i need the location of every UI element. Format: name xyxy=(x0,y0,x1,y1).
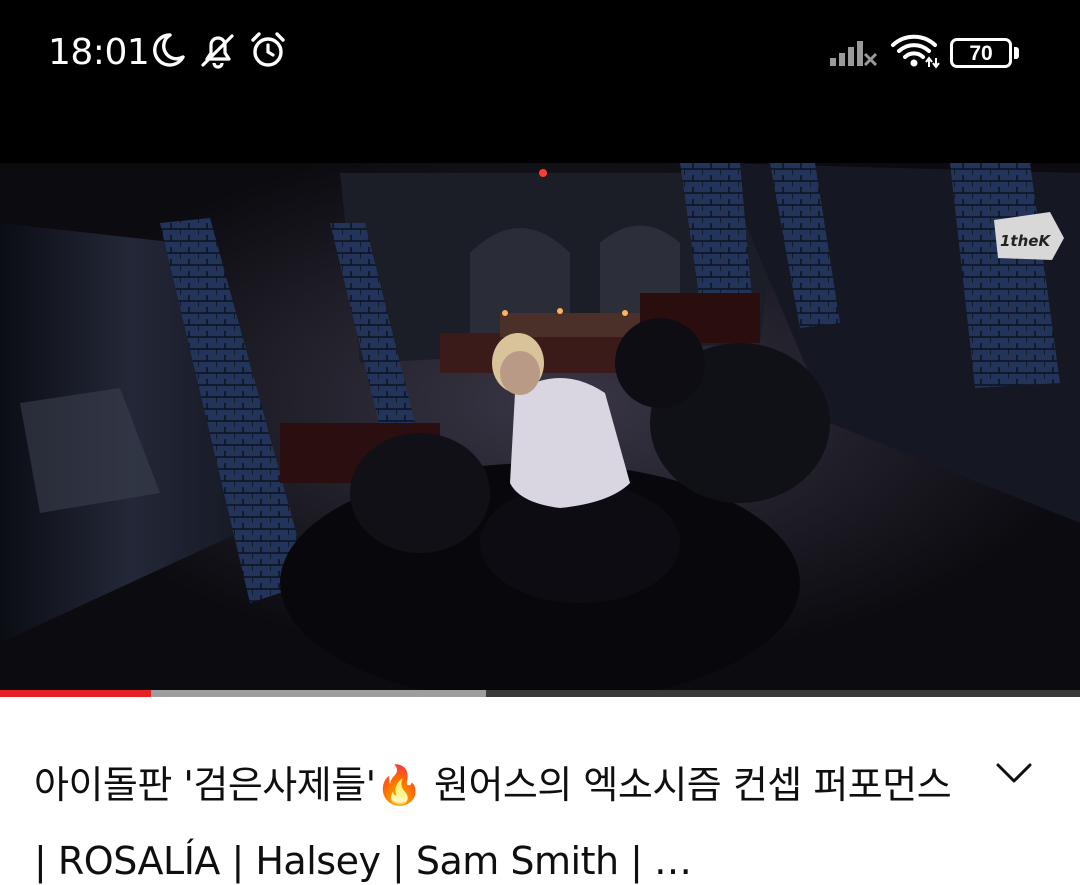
channel-logo-text: 1theK xyxy=(1000,232,1051,250)
wifi-icon xyxy=(891,34,940,69)
progress-bar[interactable] xyxy=(0,690,1080,697)
alarm-icon xyxy=(251,32,285,67)
clock: 18:01 xyxy=(48,32,150,73)
video-title[interactable]: 아이돌판 '검은사제들'🔥 원어스의 엑소시즘 컨셉 퍼포먼스 | ROSALÍ… xyxy=(34,747,954,885)
battery-icon: 70 xyxy=(950,38,1012,68)
signal-icon xyxy=(830,41,878,67)
video-frame xyxy=(0,163,1080,693)
video-player[interactable]: 1theK xyxy=(0,105,1080,693)
video-info: 아이돌판 '검은사제들'🔥 원어스의 엑소시즘 컨셉 퍼포먼스 | ROSALÍ… xyxy=(0,697,1080,885)
status-bar: 18:01 70 xyxy=(0,0,1080,105)
bell-off-icon xyxy=(201,34,234,69)
chevron-down-icon[interactable] xyxy=(994,759,1034,789)
progress-played xyxy=(0,690,152,697)
moon-icon xyxy=(153,33,185,67)
battery-cap xyxy=(1014,47,1019,59)
battery-level: 70 xyxy=(969,42,993,65)
channel-logo: 1theK xyxy=(994,212,1064,260)
